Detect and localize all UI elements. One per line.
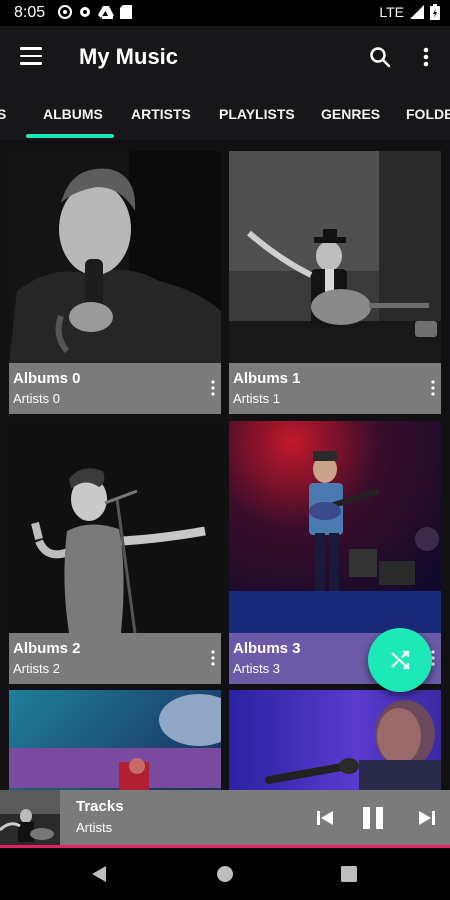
- album-art: [229, 151, 441, 363]
- album-art: [229, 690, 441, 790]
- app-bar: My Music: [0, 26, 450, 88]
- mini-player[interactable]: Tracks Artists: [0, 790, 450, 848]
- album-card[interactable]: Albums 0 Artists 0: [9, 151, 221, 414]
- tab-indicator: [26, 134, 114, 138]
- tab-genres[interactable]: GENRES: [321, 88, 380, 140]
- nav-recents-icon[interactable]: [341, 866, 357, 882]
- network-type: LTE: [379, 4, 404, 20]
- skip-previous-icon[interactable]: [316, 809, 334, 827]
- album-grid[interactable]: Albums 0 Artists 0 Albums 1 Artists 1 Al…: [0, 140, 450, 790]
- tab-bar: S ALBUMS ARTISTS PLAYLISTS GENRES FOLDER…: [0, 88, 450, 140]
- search-icon[interactable]: [368, 45, 392, 69]
- skip-next-icon[interactable]: [418, 809, 436, 827]
- nav-home-icon[interactable]: [216, 865, 234, 883]
- now-playing-art: [0, 790, 60, 848]
- tab-songs[interactable]: S: [0, 88, 6, 140]
- battery-icon: [430, 4, 440, 20]
- shuffle-button[interactable]: [368, 628, 432, 692]
- album-more-icon[interactable]: [209, 379, 217, 397]
- now-playing-artist: Artists: [76, 820, 113, 835]
- settings-icon: [80, 7, 90, 17]
- tab-albums[interactable]: ALBUMS: [43, 88, 103, 140]
- album-artist: Artists 3: [233, 661, 280, 676]
- tab-folders[interactable]: FOLDERS: [406, 88, 450, 140]
- album-card[interactable]: [229, 690, 441, 790]
- status-notification-icons: [58, 5, 132, 19]
- shuffle-icon: [391, 650, 410, 670]
- album-artist: Artists 2: [13, 661, 60, 676]
- album-art: [9, 151, 221, 363]
- album-more-icon[interactable]: [209, 649, 217, 667]
- album-more-icon[interactable]: [429, 379, 437, 397]
- status-time: 8:05: [14, 4, 46, 21]
- album-card[interactable]: [9, 690, 221, 790]
- album-info: Albums 2 Artists 2: [9, 633, 221, 684]
- album-name: Albums 3: [233, 640, 301, 657]
- album-name: Albums 2: [13, 640, 81, 657]
- album-name: Albums 1: [233, 370, 301, 387]
- album-art: [9, 690, 221, 790]
- menu-icon[interactable]: [20, 47, 42, 67]
- pause-icon[interactable]: [360, 805, 386, 831]
- album-art: [229, 421, 441, 633]
- hotspot-icon: [58, 5, 72, 19]
- album-info: Albums 1 Artists 1: [229, 363, 441, 414]
- tab-playlists[interactable]: PLAYLISTS: [219, 88, 295, 140]
- page-title: My Music: [79, 44, 179, 69]
- tab-artists[interactable]: ARTISTS: [131, 88, 191, 140]
- now-playing-title: Tracks: [76, 798, 124, 815]
- drive-icon: [98, 6, 114, 19]
- album-artist: Artists 0: [13, 391, 60, 406]
- sd-card-icon: [120, 5, 132, 19]
- album-name: Albums 0: [13, 370, 81, 387]
- album-info: Albums 0 Artists 0: [9, 363, 221, 414]
- status-bar: 8:05 LTE: [0, 0, 450, 26]
- system-nav-bar: [0, 848, 450, 900]
- album-art: [9, 421, 221, 633]
- album-card[interactable]: Albums 1 Artists 1: [229, 151, 441, 414]
- more-vert-icon[interactable]: [416, 45, 436, 69]
- album-card[interactable]: Albums 2 Artists 2: [9, 421, 221, 684]
- signal-icon: [410, 5, 424, 19]
- nav-back-icon[interactable]: [90, 864, 108, 884]
- album-artist: Artists 1: [233, 391, 280, 406]
